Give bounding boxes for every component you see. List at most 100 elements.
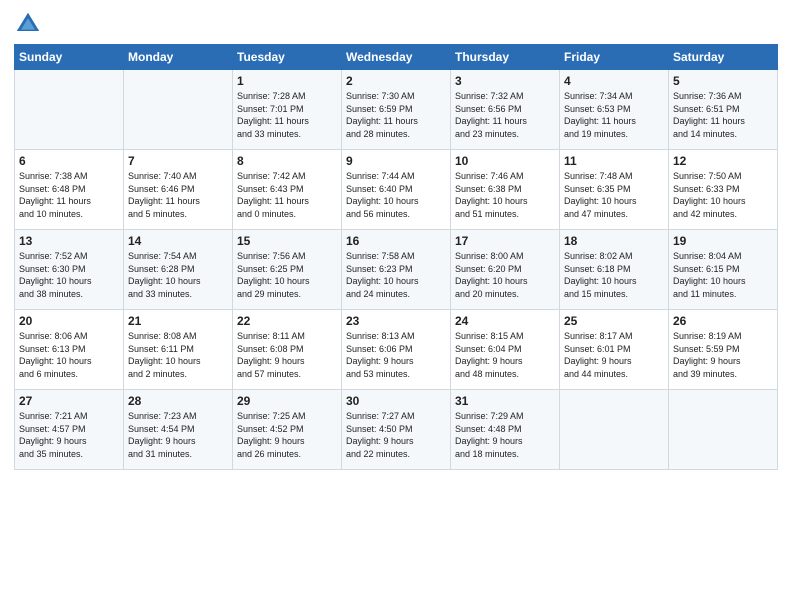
calendar-cell: 9 Sunrise: 7:44 AM Sunset: 6:40 PM Daylig…: [342, 150, 451, 230]
calendar-cell: [15, 70, 124, 150]
day-number: 14: [128, 234, 228, 248]
calendar-cell: 23Sunrise: 8:13 AM Sunset: 6:06 PM Dayli…: [342, 310, 451, 390]
calendar-cell: 19Sunrise: 8:04 AM Sunset: 6:15 PM Dayli…: [669, 230, 778, 310]
day-number: 31: [455, 394, 555, 408]
day-info: Sunrise: 7:23 AM Sunset: 4:54 PM Dayligh…: [128, 410, 228, 460]
day-info: Sunrise: 7:52 AM Sunset: 6:30 PM Dayligh…: [19, 250, 119, 300]
day-number: 13: [19, 234, 119, 248]
calendar-cell: 22 Sunrise: 8:11 AM Sunset: 6:08 PM Dayli…: [233, 310, 342, 390]
day-number: 25: [564, 314, 664, 328]
day-info: Sunrise: 7:42 AM Sunset: 6:43 PM Dayligh…: [237, 170, 337, 220]
calendar-cell: 31 Sunrise: 7:29 AM Sunset: 4:48 PM Dayli…: [451, 390, 560, 470]
header-row: SundayMondayTuesdayWednesdayThursdayFrid…: [15, 45, 778, 70]
day-number: 30: [346, 394, 446, 408]
calendar-cell: 8 Sunrise: 7:42 AM Sunset: 6:43 PM Daylig…: [233, 150, 342, 230]
calendar-cell: 26 Sunrise: 8:19 AM Sunset: 5:59 PM Dayli…: [669, 310, 778, 390]
calendar-cell: 4 Sunrise: 7:34 AM Sunset: 6:53 PM Daylig…: [560, 70, 669, 150]
day-info: Sunrise: 8:02 AM Sunset: 6:18 PM Dayligh…: [564, 250, 664, 300]
day-info: Sunrise: 7:30 AM Sunset: 6:59 PM Dayligh…: [346, 90, 446, 140]
day-info: Sunrise: 8:19 AM Sunset: 5:59 PM Dayligh…: [673, 330, 773, 380]
day-info: Sunrise: 8:06 AM Sunset: 6:13 PM Dayligh…: [19, 330, 119, 380]
day-info: Sunrise: 7:48 AM Sunset: 6:35 PM Dayligh…: [564, 170, 664, 220]
col-header-thursday: Thursday: [451, 45, 560, 70]
calendar-cell: [560, 390, 669, 470]
day-info: Sunrise: 7:34 AM Sunset: 6:53 PM Dayligh…: [564, 90, 664, 140]
day-info: Sunrise: 7:29 AM Sunset: 4:48 PM Dayligh…: [455, 410, 555, 460]
calendar-cell: 17Sunrise: 8:00 AM Sunset: 6:20 PM Dayli…: [451, 230, 560, 310]
day-number: 1: [237, 74, 337, 88]
calendar-cell: 1 Sunrise: 7:28 AM Sunset: 7:01 PM Daylig…: [233, 70, 342, 150]
col-header-saturday: Saturday: [669, 45, 778, 70]
day-number: 21: [128, 314, 228, 328]
day-number: 2: [346, 74, 446, 88]
day-info: Sunrise: 7:27 AM Sunset: 4:50 PM Dayligh…: [346, 410, 446, 460]
day-info: Sunrise: 7:36 AM Sunset: 6:51 PM Dayligh…: [673, 90, 773, 140]
calendar-cell: 11Sunrise: 7:48 AM Sunset: 6:35 PM Dayli…: [560, 150, 669, 230]
day-info: Sunrise: 7:50 AM Sunset: 6:33 PM Dayligh…: [673, 170, 773, 220]
day-number: 15: [237, 234, 337, 248]
week-row-3: 13 Sunrise: 7:52 AM Sunset: 6:30 PM Dayli…: [15, 230, 778, 310]
day-info: Sunrise: 7:28 AM Sunset: 7:01 PM Dayligh…: [237, 90, 337, 140]
week-row-1: 1 Sunrise: 7:28 AM Sunset: 7:01 PM Daylig…: [15, 70, 778, 150]
calendar-cell: 18 Sunrise: 8:02 AM Sunset: 6:18 PM Dayli…: [560, 230, 669, 310]
day-info: Sunrise: 8:17 AM Sunset: 6:01 PM Dayligh…: [564, 330, 664, 380]
calendar-cell: 15 Sunrise: 7:56 AM Sunset: 6:25 PM Dayli…: [233, 230, 342, 310]
calendar-cell: [669, 390, 778, 470]
day-info: Sunrise: 7:56 AM Sunset: 6:25 PM Dayligh…: [237, 250, 337, 300]
calendar-cell: 12Sunrise: 7:50 AM Sunset: 6:33 PM Dayli…: [669, 150, 778, 230]
day-number: 20: [19, 314, 119, 328]
day-number: 18: [564, 234, 664, 248]
calendar-cell: 25 Sunrise: 8:17 AM Sunset: 6:01 PM Dayli…: [560, 310, 669, 390]
calendar-cell: 6Sunrise: 7:38 AM Sunset: 6:48 PM Daylig…: [15, 150, 124, 230]
day-info: Sunrise: 7:21 AM Sunset: 4:57 PM Dayligh…: [19, 410, 119, 460]
calendar-cell: 24 Sunrise: 8:15 AM Sunset: 6:04 PM Dayli…: [451, 310, 560, 390]
day-number: 4: [564, 74, 664, 88]
day-number: 26: [673, 314, 773, 328]
calendar-cell: [124, 70, 233, 150]
calendar-cell: 16Sunrise: 7:58 AM Sunset: 6:23 PM Dayli…: [342, 230, 451, 310]
day-info: Sunrise: 8:15 AM Sunset: 6:04 PM Dayligh…: [455, 330, 555, 380]
week-row-2: 6Sunrise: 7:38 AM Sunset: 6:48 PM Daylig…: [15, 150, 778, 230]
day-info: Sunrise: 8:00 AM Sunset: 6:20 PM Dayligh…: [455, 250, 555, 300]
day-info: Sunrise: 7:40 AM Sunset: 6:46 PM Dayligh…: [128, 170, 228, 220]
header: [14, 10, 778, 38]
calendar-cell: 10 Sunrise: 7:46 AM Sunset: 6:38 PM Dayli…: [451, 150, 560, 230]
calendar-cell: 3 Sunrise: 7:32 AM Sunset: 6:56 PM Daylig…: [451, 70, 560, 150]
calendar-cell: 21 Sunrise: 8:08 AM Sunset: 6:11 PM Dayli…: [124, 310, 233, 390]
day-number: 7: [128, 154, 228, 168]
day-number: 29: [237, 394, 337, 408]
logo-icon: [14, 10, 42, 38]
day-info: Sunrise: 8:08 AM Sunset: 6:11 PM Dayligh…: [128, 330, 228, 380]
day-number: 24: [455, 314, 555, 328]
logo: [14, 10, 46, 38]
day-info: Sunrise: 7:44 AM Sunset: 6:40 PM Dayligh…: [346, 170, 446, 220]
week-row-5: 27Sunrise: 7:21 AM Sunset: 4:57 PM Dayli…: [15, 390, 778, 470]
day-info: Sunrise: 8:11 AM Sunset: 6:08 PM Dayligh…: [237, 330, 337, 380]
calendar-cell: 13 Sunrise: 7:52 AM Sunset: 6:30 PM Dayli…: [15, 230, 124, 310]
day-number: 10: [455, 154, 555, 168]
day-number: 22: [237, 314, 337, 328]
day-info: Sunrise: 7:54 AM Sunset: 6:28 PM Dayligh…: [128, 250, 228, 300]
calendar-cell: 14 Sunrise: 7:54 AM Sunset: 6:28 PM Dayli…: [124, 230, 233, 310]
col-header-tuesday: Tuesday: [233, 45, 342, 70]
day-info: Sunrise: 7:25 AM Sunset: 4:52 PM Dayligh…: [237, 410, 337, 460]
day-number: 28: [128, 394, 228, 408]
calendar-cell: 5Sunrise: 7:36 AM Sunset: 6:51 PM Daylig…: [669, 70, 778, 150]
day-number: 19: [673, 234, 773, 248]
day-number: 8: [237, 154, 337, 168]
calendar-cell: 27Sunrise: 7:21 AM Sunset: 4:57 PM Dayli…: [15, 390, 124, 470]
calendar-cell: 29 Sunrise: 7:25 AM Sunset: 4:52 PM Dayli…: [233, 390, 342, 470]
day-info: Sunrise: 7:46 AM Sunset: 6:38 PM Dayligh…: [455, 170, 555, 220]
calendar-cell: 28 Sunrise: 7:23 AM Sunset: 4:54 PM Dayli…: [124, 390, 233, 470]
col-header-monday: Monday: [124, 45, 233, 70]
col-header-wednesday: Wednesday: [342, 45, 451, 70]
day-number: 9: [346, 154, 446, 168]
day-info: Sunrise: 8:13 AM Sunset: 6:06 PM Dayligh…: [346, 330, 446, 380]
calendar-cell: 20 Sunrise: 8:06 AM Sunset: 6:13 PM Dayli…: [15, 310, 124, 390]
calendar-cell: 2 Sunrise: 7:30 AM Sunset: 6:59 PM Daylig…: [342, 70, 451, 150]
week-row-4: 20 Sunrise: 8:06 AM Sunset: 6:13 PM Dayli…: [15, 310, 778, 390]
day-number: 3: [455, 74, 555, 88]
day-number: 16: [346, 234, 446, 248]
col-header-friday: Friday: [560, 45, 669, 70]
day-info: Sunrise: 7:32 AM Sunset: 6:56 PM Dayligh…: [455, 90, 555, 140]
